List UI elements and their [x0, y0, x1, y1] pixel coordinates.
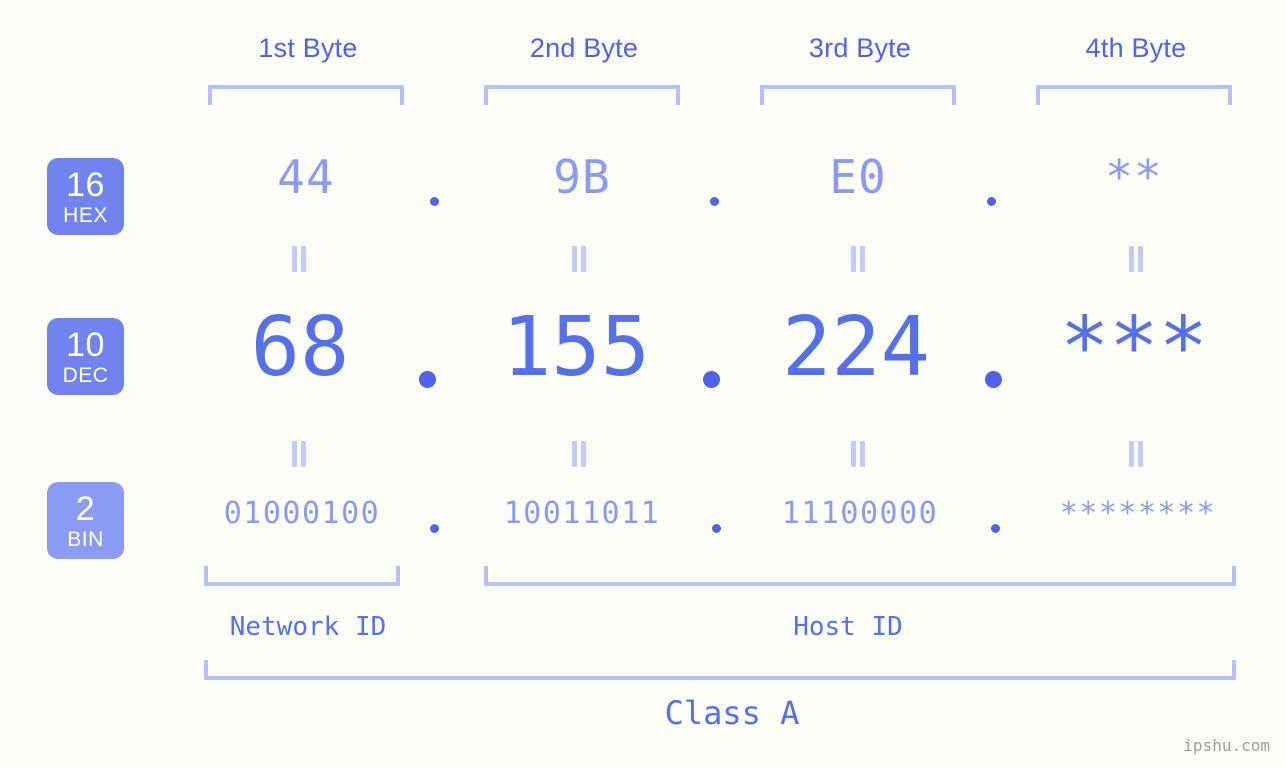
equals-connector-dec-bin-3	[850, 441, 866, 467]
bin-byte-2: 10011011	[503, 496, 661, 531]
base-badge-bin-name: BIN	[67, 527, 104, 551]
class-bracket	[204, 660, 1236, 680]
dec-byte-1: 68	[250, 300, 350, 395]
base-badge-dec: 10 DEC	[47, 318, 124, 395]
dec-separator-dot-2	[703, 371, 720, 388]
byte-header-4: 4th Byte	[1085, 33, 1187, 63]
equals-connector-dec-bin-2	[571, 441, 587, 467]
equals-connector-hex-dec-1	[291, 246, 307, 272]
equals-connector-hex-dec-3	[850, 246, 866, 272]
base-badge-dec-number: 10	[66, 325, 105, 364]
hex-byte-3: E0	[829, 150, 887, 204]
byte-header-2: 2nd Byte	[529, 33, 639, 63]
base-badge-bin: 2 BIN	[47, 482, 124, 559]
dec-byte-3: 224	[781, 300, 931, 395]
host-id-label: Host ID	[793, 612, 903, 642]
network-id-bracket	[204, 566, 400, 586]
equals-connector-dec-bin-1	[291, 441, 307, 467]
bin-separator-dot-2	[712, 524, 721, 533]
byte-bracket-top-4	[1036, 85, 1232, 105]
bin-separator-dot-3	[991, 524, 1000, 533]
hex-byte-4: **	[1105, 150, 1163, 204]
hex-byte-1: 44	[277, 150, 335, 204]
byte-header-1: 1st Byte	[258, 33, 358, 63]
byte-bracket-top-2	[484, 85, 680, 105]
hex-separator-dot-2	[710, 197, 719, 206]
byte-header-3: 3rd Byte	[808, 33, 912, 63]
hex-byte-2: 9B	[553, 150, 611, 204]
equals-connector-hex-dec-4	[1128, 246, 1144, 272]
hex-separator-dot-1	[430, 197, 439, 206]
host-id-bracket	[484, 566, 1236, 586]
hex-separator-dot-3	[987, 197, 996, 206]
byte-bracket-top-3	[760, 85, 956, 105]
base-badge-bin-number: 2	[75, 489, 96, 528]
base-badge-dec-name: DEC	[62, 363, 109, 387]
site-watermark: ipshu.com	[1183, 736, 1270, 755]
byte-bracket-top-1	[208, 85, 404, 105]
base-badge-hex-name: HEX	[63, 203, 108, 227]
bin-separator-dot-1	[430, 524, 439, 533]
bin-byte-4: ********	[1059, 496, 1217, 531]
equals-connector-hex-dec-2	[571, 246, 587, 272]
dec-byte-4: ***	[1059, 300, 1209, 395]
bin-byte-1: 01000100	[223, 496, 381, 531]
dec-separator-dot-3	[985, 371, 1002, 388]
network-id-label: Network ID	[229, 612, 387, 642]
base-badge-hex: 16 HEX	[47, 158, 124, 235]
class-label: Class A	[664, 694, 800, 732]
equals-connector-dec-bin-4	[1128, 441, 1144, 467]
ip-address-breakdown-diagram: 1st Byte 2nd Byte 3rd Byte 4th Byte 16 H…	[0, 0, 1285, 767]
dec-byte-2: 155	[501, 300, 651, 395]
bin-byte-3: 11100000	[781, 496, 939, 531]
base-badge-hex-number: 16	[66, 165, 105, 204]
dec-separator-dot-1	[419, 371, 436, 388]
